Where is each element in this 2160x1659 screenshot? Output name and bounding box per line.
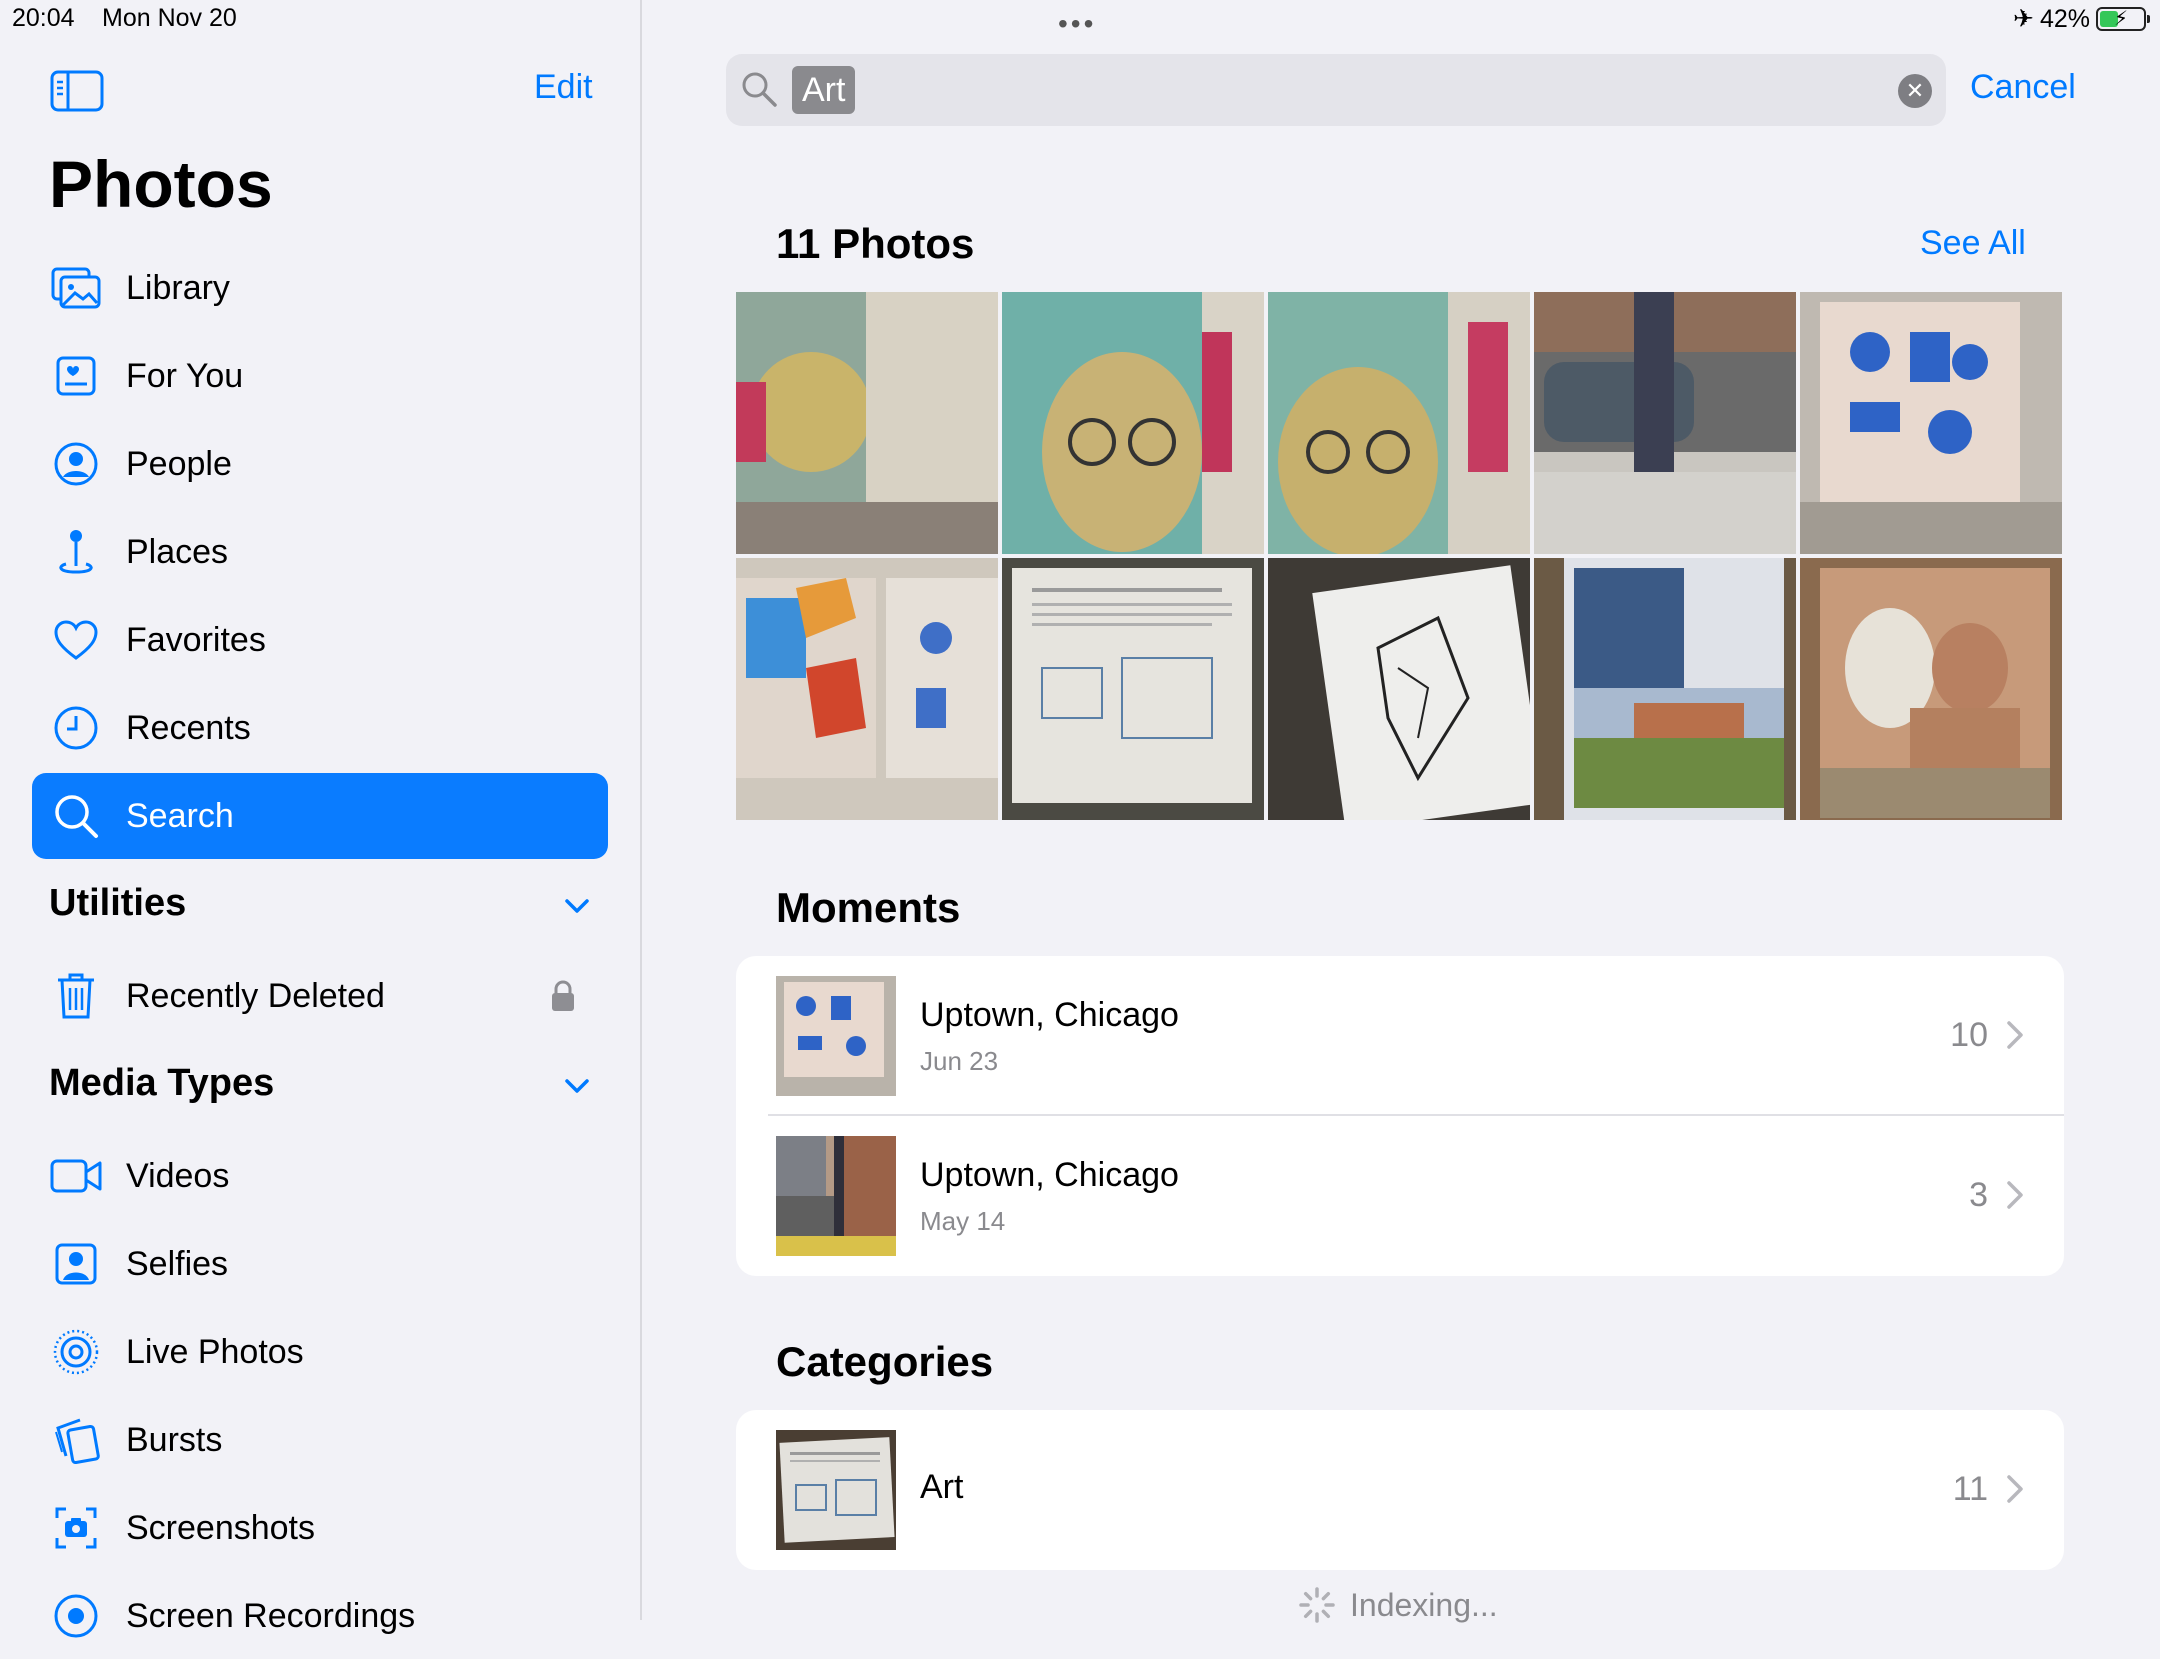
section-header-media-types[interactable]: Media Types [49,1062,274,1105]
battery-percent: 42% [2039,4,2090,33]
sidebar-item-label: Places [126,532,229,571]
section-header-utilities[interactable]: Utilities [49,882,186,925]
sidebar-item-label: Bursts [126,1420,223,1459]
sidebar-item-label: Search [126,796,234,835]
spinner-icon [1299,1587,1335,1623]
photo-thumbnail[interactable] [736,292,998,554]
sidebar-item-for-you[interactable]: For You [32,333,608,419]
sidebar-item-label: People [126,444,232,483]
indexing-status: Indexing... [1298,1586,1498,1624]
sidebar-item-screen-recordings[interactable]: Screen Recordings [32,1573,608,1659]
sidebar-item-screenshots[interactable]: Screenshots [32,1485,608,1571]
sidebar-item-library[interactable]: Library [32,245,608,331]
photo-thumbnail[interactable] [1268,558,1530,820]
moment-title: Uptown, Chicago [920,996,1179,1034]
video-icon [50,1150,102,1202]
chevron-down-icon[interactable] [564,1073,590,1099]
sidebar-item-label: Library [126,268,230,307]
moment-thumbnail [776,976,896,1096]
search-token[interactable]: Art [792,66,856,114]
sidebar-item-label: For You [126,356,244,395]
search-field[interactable]: Art ✕ [726,54,1946,126]
see-all-button[interactable]: See All [1920,224,2026,263]
photo-thumbnail[interactable] [1534,558,1796,820]
sidebar-item-label: Recently Deleted [126,976,385,1015]
edit-button[interactable]: Edit [534,68,593,107]
lock-icon [552,980,574,1011]
live-photo-icon [50,1326,102,1378]
clear-search-button[interactable]: ✕ [1898,74,1932,108]
sidebar-item-label: Recents [126,708,251,747]
photo-thumbnail[interactable] [736,558,998,820]
moment-date: May 14 [920,1206,1006,1236]
moment-thumbnail [776,1136,896,1256]
airplane-icon: ✈ [2013,5,2034,33]
photo-thumbnail[interactable] [1800,292,2062,554]
sidebar-item-label: Screen Recordings [126,1596,416,1635]
photo-thumbnail[interactable] [1002,292,1264,554]
sidebar-item-label: Selfies [126,1244,229,1283]
sidebar-item-favorites[interactable]: Favorites [32,597,608,683]
category-title: Art [920,1468,964,1506]
moment-title: Uptown, Chicago [920,1156,1179,1194]
moments-section-title: Moments [776,884,961,931]
sidebar-toggle-icon[interactable] [50,70,104,112]
moment-date: Jun 23 [920,1046,999,1076]
trash-icon [50,970,102,1022]
sidebar-item-people[interactable]: People [32,421,608,507]
sidebar-item-recents[interactable]: Recents [32,685,608,771]
category-row[interactable]: Art 11 [736,1410,2064,1570]
library-icon [50,262,102,314]
moment-row[interactable]: Uptown, Chicago May 14 3 [736,1116,2064,1276]
category-count: 11 [1952,1470,1988,1508]
battery-icon: ⚡ [2096,7,2150,31]
screen-recording-icon [50,1590,102,1642]
sidebar-item-label: Videos [126,1156,230,1195]
sidebar-item-search[interactable]: Search [32,773,608,859]
sidebar-item-live-photos[interactable]: Live Photos [32,1309,608,1395]
category-thumbnail [776,1430,896,1550]
sidebar-item-places[interactable]: Places [32,509,608,595]
people-icon [50,438,102,490]
chevron-right-icon [2007,1181,2023,1209]
search-icon [50,790,102,842]
status-right: ✈ 42% ⚡ [2013,4,2150,34]
multitasking-dots[interactable]: ••• [1058,8,1096,40]
moment-count: 10 [1950,1016,1988,1054]
photo-thumbnail[interactable] [1002,558,1264,820]
sidebar-item-recently-deleted[interactable]: Recently Deleted [32,953,608,1039]
screenshot-icon [50,1502,102,1554]
chevron-right-icon [2007,1021,2023,1049]
sidebar-item-selfies[interactable]: Selfies [32,1221,608,1307]
photo-thumbnail[interactable] [1268,292,1530,554]
moments-card: Uptown, Chicago Jun 23 10 Uptown, Chicag… [736,956,2064,1276]
photo-grid [736,292,2062,820]
sidebar-item-label: Screenshots [126,1508,315,1547]
photos-section-title: 11 Photos [776,220,975,267]
categories-card: Art 11 [736,1410,2064,1570]
places-icon [50,526,102,578]
sidebar-item-label: Live Photos [126,1332,304,1371]
moment-count: 3 [1969,1176,1988,1214]
photo-thumbnail[interactable] [1800,558,2062,820]
cancel-button[interactable]: Cancel [1970,68,2076,107]
selfie-icon [50,1238,102,1290]
categories-section-title: Categories [776,1338,994,1385]
sidebar-title: Photos [49,147,273,221]
bursts-icon [50,1414,102,1466]
sidebar-item-videos[interactable]: Videos [32,1133,608,1219]
moment-row[interactable]: Uptown, Chicago Jun 23 10 [736,956,2064,1116]
sidebar: Edit Photos Library For You People Place… [0,0,642,1638]
clock-icon [50,702,102,754]
heart-icon [50,614,102,666]
search-icon [742,72,777,107]
chevron-down-icon[interactable] [564,893,590,919]
sidebar-item-label: Favorites [126,620,266,659]
for-you-icon [50,350,102,402]
chevron-right-icon [2007,1475,2023,1503]
indexing-label: Indexing... [1350,1586,1498,1623]
photo-thumbnail[interactable] [1534,292,1796,554]
sidebar-item-bursts[interactable]: Bursts [32,1397,608,1483]
